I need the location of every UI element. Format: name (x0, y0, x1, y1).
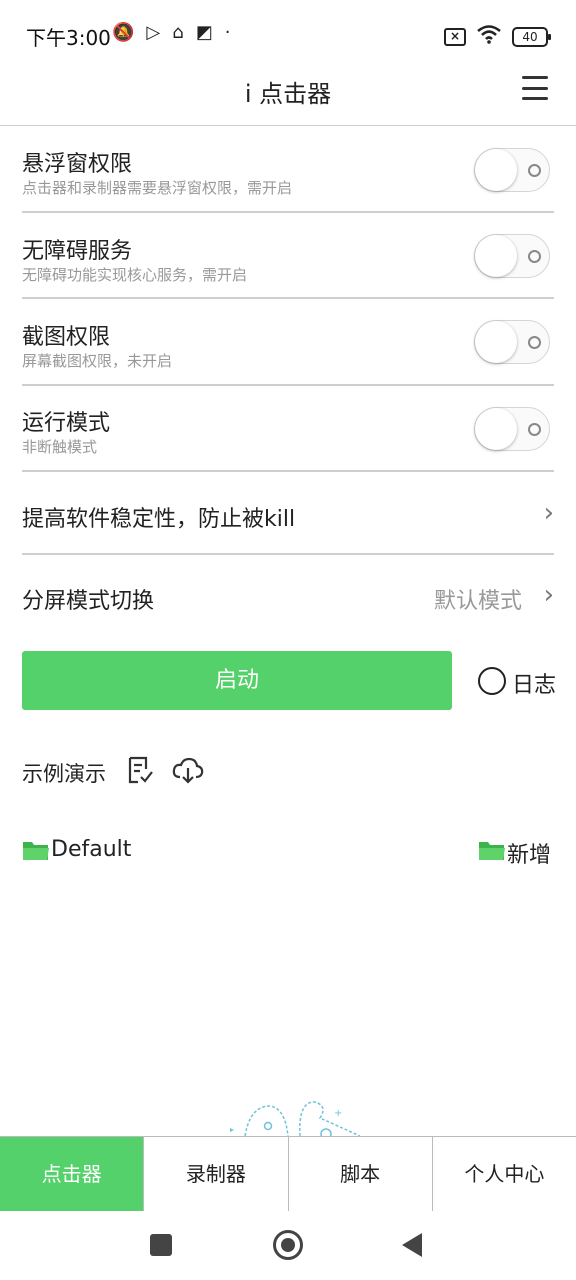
app-notification-icon: ◩ (195, 22, 213, 43)
split-screen-value: 默认模式 (433, 589, 522, 614)
hamburger-menu-icon[interactable] (522, 76, 548, 100)
more-dot-icon: · (224, 22, 231, 43)
setting-title: 截图权限 (22, 325, 111, 350)
setting-row-accessibility[interactable]: 无障碍服务 无障碍功能实现核心服务，需开启 (22, 213, 554, 299)
tab-scripts[interactable]: 脚本 (288, 1137, 433, 1211)
setting-title: 悬浮窗权限 (22, 152, 133, 177)
setting-subtitle: 非断触模式 (22, 438, 98, 456)
setting-row-screenshot[interactable]: 截图权限 屏幕截图权限，未开启 (22, 299, 554, 386)
toggle-knob (475, 149, 517, 191)
folder-add-icon[interactable] (478, 838, 506, 866)
decorative-illustration-icon: + (220, 1096, 370, 1140)
location-icon: ⌂ (172, 22, 184, 43)
status-time: 下午3:00 (26, 26, 111, 50)
battery-icon: 40 (512, 26, 551, 47)
setting-title: 无障碍服务 (22, 239, 133, 264)
folder-icon[interactable] (22, 838, 50, 866)
system-navigation-bar (0, 1211, 576, 1280)
default-folder-label[interactable]: Default (51, 837, 131, 862)
setting-title: 运行模式 (22, 411, 111, 436)
toggle-knob (475, 321, 517, 363)
play-store-icon: ▷ (146, 22, 161, 43)
setting-row-overlay-permission[interactable]: 悬浮窗权限 点击器和录制器需要悬浮窗权限，需开启 (22, 126, 554, 213)
demo-label: 示例演示 (22, 762, 106, 786)
overlay-permission-toggle[interactable] (474, 148, 550, 192)
toggle-off-indicator-icon (528, 423, 541, 436)
stability-link-row[interactable]: 提高软件稳定性，防止被kill › (22, 472, 554, 555)
chevron-right-icon: › (543, 498, 554, 528)
screenshot-permission-toggle[interactable] (474, 320, 550, 364)
setting-subtitle: 点击器和录制器需要悬浮窗权限，需开启 (22, 179, 293, 197)
bottom-tab-bar: 点击器 录制器 脚本 个人中心 (0, 1136, 576, 1211)
log-radio[interactable] (478, 667, 506, 695)
toggle-knob (475, 235, 517, 277)
back-icon[interactable] (402, 1233, 422, 1257)
toggle-knob (475, 408, 517, 450)
toggle-off-indicator-icon (528, 336, 541, 349)
run-mode-toggle[interactable] (474, 407, 550, 451)
app-bar: i 点击器 (0, 60, 576, 126)
wifi-icon (476, 24, 502, 49)
split-screen-label: 分屏模式切换 (22, 589, 155, 614)
status-notification-icons: 🔕 ▷ ⌂ ◩ · (112, 22, 230, 43)
app-title: i 点击器 (244, 80, 332, 108)
bell-muted-icon: 🔕 (112, 22, 135, 43)
recent-apps-icon[interactable] (150, 1234, 172, 1256)
cloud-download-icon[interactable] (172, 757, 204, 789)
home-icon[interactable] (273, 1230, 303, 1260)
stability-label: 提高软件稳定性，防止被kill (22, 507, 296, 532)
accessibility-toggle[interactable] (474, 234, 550, 278)
split-screen-row[interactable]: 分屏模式切换 默认模式 › (22, 555, 554, 639)
no-sim-icon: × (444, 27, 466, 46)
add-folder-label[interactable]: 新增 (507, 837, 551, 869)
svg-text:+: + (334, 1108, 342, 1119)
start-button[interactable]: 启动 (22, 651, 452, 710)
setting-subtitle: 屏幕截图权限，未开启 (22, 352, 173, 370)
setting-subtitle: 无障碍功能实现核心服务，需开启 (22, 266, 248, 284)
toggle-off-indicator-icon (528, 250, 541, 263)
log-label[interactable]: 日志 (512, 667, 556, 699)
edit-list-icon[interactable] (126, 755, 154, 789)
tab-profile[interactable]: 个人中心 (432, 1137, 576, 1211)
tab-clicker[interactable]: 点击器 (0, 1137, 145, 1211)
chevron-right-icon: › (543, 580, 554, 610)
setting-row-run-mode[interactable]: 运行模式 非断触模式 (22, 386, 554, 472)
status-system-icons: × 40 (444, 24, 551, 49)
toggle-off-indicator-icon (528, 164, 541, 177)
tab-recorder[interactable]: 录制器 (144, 1137, 289, 1211)
